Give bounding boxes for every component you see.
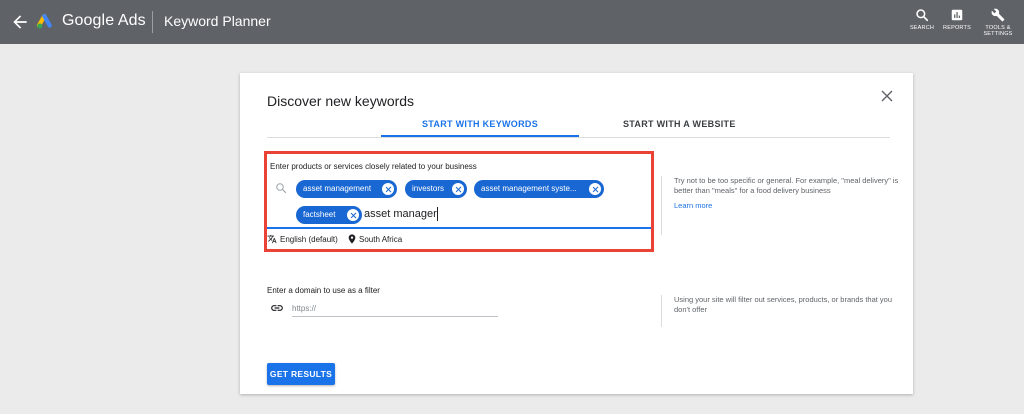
- keywords-hint-text: Try not to be too specific or general. F…: [674, 176, 899, 195]
- remove-chip-icon[interactable]: [382, 183, 394, 195]
- active-tab-indicator: [381, 135, 579, 137]
- tab-bar: START WITH KEYWORDS START WITH A WEBSITE: [267, 115, 890, 138]
- tab-start-with-website[interactable]: START WITH A WEBSITE: [623, 119, 736, 129]
- text-caret: [437, 207, 438, 221]
- location-pin-icon: [348, 234, 356, 244]
- learn-more-link[interactable]: Learn more: [674, 201, 901, 211]
- tools-label-line2: SETTINGS: [983, 31, 1013, 37]
- reports-icon: [951, 9, 963, 21]
- close-icon[interactable]: [880, 89, 894, 103]
- search-icon: [276, 183, 287, 194]
- header-divider: [152, 11, 153, 33]
- keywords-hint: Try not to be too specific or general. F…: [661, 176, 901, 235]
- chip-label: investors: [412, 184, 445, 193]
- remove-chip-icon[interactable]: [589, 183, 601, 195]
- back-arrow-icon[interactable]: [10, 12, 30, 32]
- domain-input[interactable]: [292, 301, 498, 317]
- reports-label: REPORTS: [943, 25, 971, 31]
- domain-hint-text: Using your site will filter out services…: [674, 295, 893, 314]
- search-button[interactable]: SEARCH: [902, 8, 942, 38]
- tab-start-with-keywords[interactable]: START WITH KEYWORDS: [381, 119, 579, 129]
- language-selector[interactable]: English (default): [280, 235, 338, 244]
- google-ads-logo: [36, 13, 52, 29]
- chip-label: asset management syste...: [481, 184, 577, 193]
- keyword-chip[interactable]: factsheet: [296, 206, 362, 224]
- keywords-field-label: Enter products or services closely relat…: [270, 162, 477, 171]
- wrench-icon: [991, 8, 1005, 22]
- search-icon: [916, 9, 929, 22]
- translate-icon: [267, 234, 277, 244]
- domain-hint: Using your site will filter out services…: [661, 295, 901, 327]
- dialog-title: Discover new keywords: [267, 93, 415, 109]
- keyword-chip[interactable]: asset management syste...: [474, 180, 604, 198]
- reports-button[interactable]: REPORTS: [937, 8, 977, 38]
- keyword-chip[interactable]: investors: [405, 180, 467, 198]
- link-icon: [271, 305, 283, 311]
- remove-chip-icon[interactable]: [347, 209, 359, 221]
- tools-settings-button[interactable]: TOOLS & SETTINGS: [978, 8, 1018, 38]
- discover-keywords-dialog: Discover new keywords START WITH KEYWORD…: [240, 73, 913, 394]
- chip-label: asset management: [303, 184, 372, 193]
- keywords-field-highlight: Enter products or services closely relat…: [264, 151, 654, 252]
- brand-name: Google Ads: [62, 12, 146, 29]
- domain-field-label: Enter a domain to use as a filter: [267, 286, 380, 295]
- get-results-button[interactable]: GET RESULTS: [267, 363, 335, 385]
- location-selector[interactable]: South Africa: [359, 235, 402, 244]
- input-focus-underline: [267, 227, 651, 229]
- search-label: SEARCH: [909, 25, 935, 31]
- remove-chip-icon[interactable]: [452, 183, 464, 195]
- page-title: Keyword Planner: [164, 13, 271, 29]
- keywords-input[interactable]: [364, 205, 544, 223]
- chip-label: factsheet: [303, 210, 336, 219]
- top-app-bar: Google Ads Keyword Planner SEARCH REPORT…: [0, 0, 1024, 44]
- keyword-chip[interactable]: asset management: [296, 180, 397, 198]
